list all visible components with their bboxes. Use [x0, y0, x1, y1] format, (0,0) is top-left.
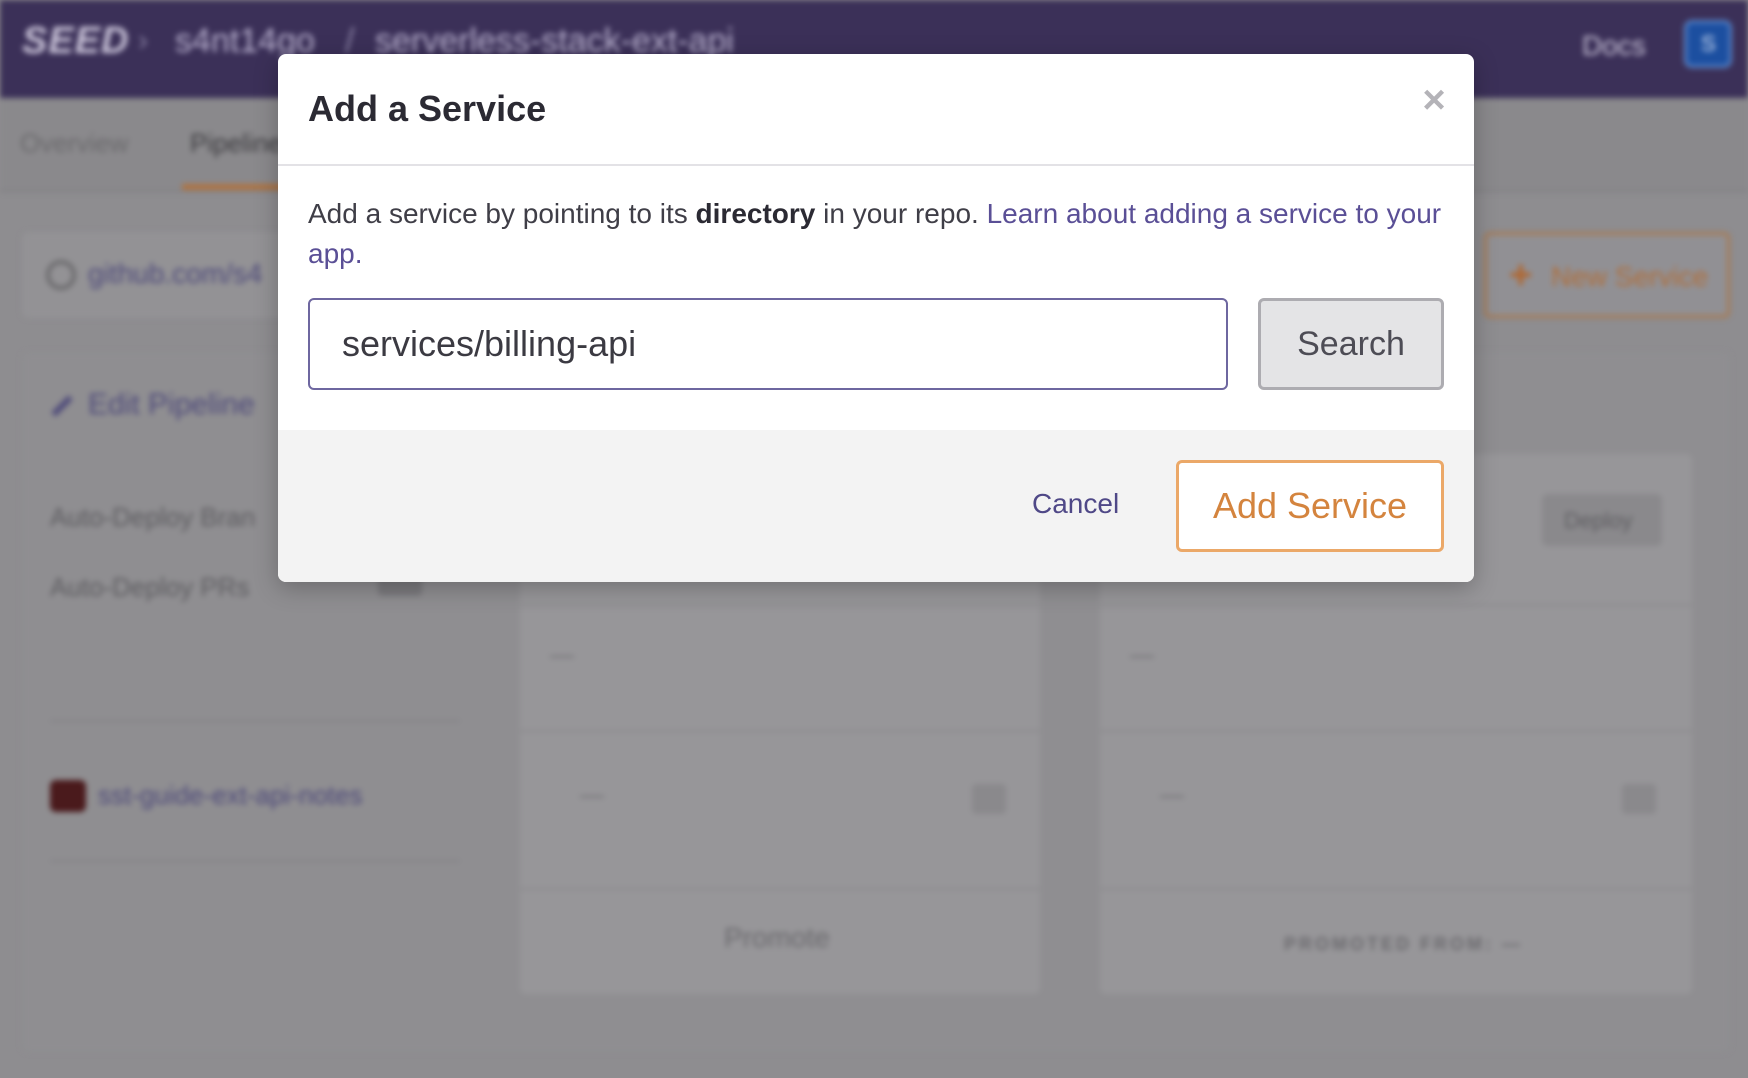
- add-service-modal: Add a Service × Add a service by pointin…: [278, 54, 1474, 582]
- stage-divider: [1100, 730, 1692, 732]
- promoted-from-label: PROMOTED FROM: —: [1284, 934, 1523, 954]
- placeholder-dash: —: [550, 642, 574, 669]
- add-service-button[interactable]: Add Service: [1176, 460, 1444, 552]
- promote-button[interactable]: Promote: [724, 922, 830, 954]
- description-prefix: Add a service by pointing to its: [308, 198, 696, 229]
- modal-description: Add a service by pointing to its directo…: [308, 194, 1448, 274]
- search-button[interactable]: Search: [1258, 298, 1444, 390]
- service-name[interactable]: sst-guide-ext-api-notes: [98, 780, 362, 811]
- stage-divider: [520, 730, 1040, 732]
- user-avatar[interactable]: S: [1684, 20, 1732, 68]
- seed-logo[interactable]: SEED: [22, 20, 129, 63]
- placeholder-dash: —: [1130, 642, 1154, 669]
- description-bold: directory: [695, 198, 816, 229]
- sidebar-divider: [50, 860, 460, 862]
- new-service-label: New Service: [1551, 261, 1709, 292]
- placeholder-dash: —: [580, 782, 604, 809]
- stage-divider: [520, 888, 1040, 890]
- stage-divider: [520, 604, 1040, 606]
- modal-title: Add a Service: [308, 88, 547, 129]
- stage-divider: [1100, 888, 1692, 890]
- breadcrumb-separator: ›: [138, 24, 148, 57]
- auto-deploy-prs-label: Auto-Deploy PRs: [50, 572, 250, 602]
- stage-dropdown-toggle[interactable]: [1622, 784, 1656, 814]
- docs-link[interactable]: Docs: [1582, 30, 1646, 62]
- sidebar-divider: [50, 720, 460, 722]
- tab-pipeline[interactable]: Pipeline: [190, 128, 283, 159]
- modal-header: Add a Service ×: [278, 54, 1474, 166]
- cancel-button[interactable]: Cancel: [1032, 488, 1119, 520]
- service-directory-input[interactable]: [308, 298, 1228, 390]
- tab-overview[interactable]: Overview: [20, 128, 128, 159]
- pencil-icon: [51, 395, 73, 417]
- stage-dropdown-toggle[interactable]: [972, 784, 1006, 814]
- repo-link[interactable]: github.com/s4: [88, 258, 262, 290]
- description-middle: in your repo.: [815, 198, 987, 229]
- stage-divider: [1100, 604, 1692, 606]
- new-service-button[interactable]: + New Service: [1484, 232, 1730, 318]
- placeholder-dash: —: [1160, 782, 1184, 809]
- deploy-label: Deploy: [1564, 508, 1633, 533]
- edit-pipeline-link[interactable]: Edit Pipeline: [50, 388, 255, 422]
- edit-pipeline-label: Edit Pipeline: [88, 388, 255, 421]
- close-icon[interactable]: ×: [1416, 80, 1452, 120]
- avatar-initial: S: [1701, 31, 1716, 56]
- auto-deploy-branch-label: Auto-Deploy Bran: [50, 502, 256, 532]
- github-icon: [46, 260, 76, 290]
- deploy-button[interactable]: Deploy: [1542, 494, 1662, 546]
- modal-footer: Cancel Add Service: [278, 430, 1474, 582]
- service-icon: [50, 780, 86, 812]
- plus-icon: +: [1509, 253, 1533, 297]
